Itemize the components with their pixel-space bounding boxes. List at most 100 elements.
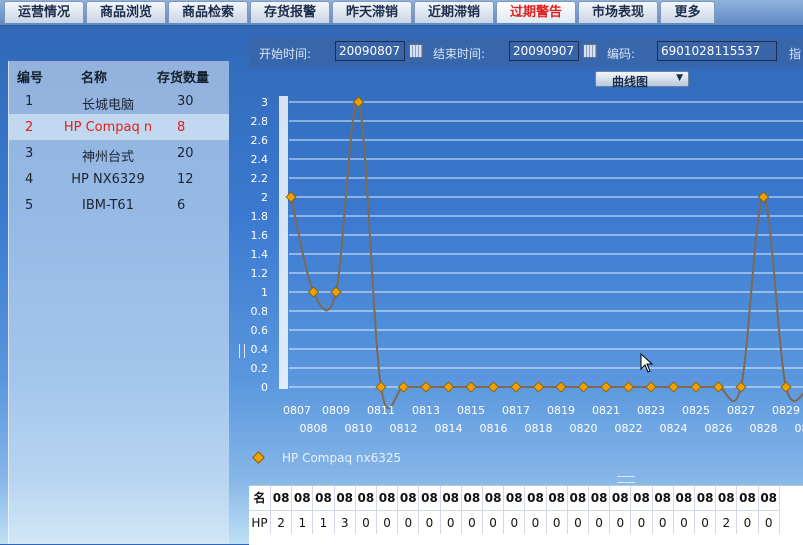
data-point[interactable] bbox=[309, 287, 319, 297]
table-header-date: 08 bbox=[441, 486, 462, 510]
product-qty: 12 bbox=[177, 172, 194, 187]
y-tick-label: 1.4 bbox=[251, 248, 269, 261]
filter-bar: 开始时间: 结束时间: 编码: 指 bbox=[249, 37, 803, 67]
x-tick-label: 0818 bbox=[525, 422, 553, 435]
data-point[interactable] bbox=[781, 382, 791, 392]
tab-5[interactable]: 昨天滞销 bbox=[332, 1, 412, 23]
data-point[interactable] bbox=[466, 382, 476, 392]
start-time-input[interactable] bbox=[335, 41, 405, 61]
y-tick-label: 1.6 bbox=[251, 229, 269, 242]
horizontal-resize-handle[interactable] bbox=[617, 476, 635, 483]
tab-2[interactable]: 商品浏览 bbox=[86, 1, 166, 23]
x-tick-label: 0826 bbox=[705, 422, 733, 435]
code-input[interactable] bbox=[657, 41, 777, 61]
table-header-date: 08 bbox=[504, 486, 525, 510]
table-row-label: HP bbox=[249, 510, 271, 534]
y-tick-label: 3 bbox=[261, 96, 268, 109]
line-chart: 00.20.40.60.811.21.41.61.822.22.42.62.83… bbox=[249, 90, 803, 440]
table-cell-value: 1 bbox=[292, 510, 313, 534]
x-tick-label: 0828 bbox=[750, 422, 778, 435]
tab-1[interactable]: 运营情况 bbox=[4, 1, 84, 23]
data-point[interactable] bbox=[579, 382, 589, 392]
data-point[interactable] bbox=[534, 382, 544, 392]
product-row[interactable]: 2 HP Compaq n 8 bbox=[9, 114, 229, 140]
y-tick-label: 2.2 bbox=[251, 172, 269, 185]
data-point[interactable] bbox=[624, 382, 634, 392]
column-header-id[interactable]: 编号 bbox=[17, 67, 43, 86]
tab-3[interactable]: 商品检索 bbox=[168, 1, 248, 23]
product-row[interactable]: 3神州台式20 bbox=[9, 140, 229, 166]
table-header-date: 08 bbox=[313, 486, 334, 510]
x-tick-label: 0827 bbox=[727, 404, 755, 417]
product-id: 4 bbox=[25, 172, 33, 187]
product-row[interactable]: 4HP NX632912 bbox=[9, 166, 229, 192]
extra-label: 指 bbox=[789, 45, 801, 62]
x-tick-label: 0810 bbox=[345, 422, 373, 435]
tab-6[interactable]: 近期滞销 bbox=[414, 1, 494, 23]
table-cell-value: 0 bbox=[610, 510, 631, 534]
calendar-icon[interactable] bbox=[583, 44, 597, 58]
table-cell-value: 0 bbox=[631, 510, 652, 534]
table-header-date: 08 bbox=[695, 486, 716, 510]
data-point[interactable] bbox=[489, 382, 499, 392]
x-tick-label: 0807 bbox=[283, 404, 311, 417]
y-tick-label: 0.2 bbox=[251, 362, 269, 375]
table-cell-value: 0 bbox=[759, 510, 780, 534]
x-tick-label: 0822 bbox=[615, 422, 643, 435]
x-tick-label: 0814 bbox=[435, 422, 463, 435]
table-header-date: 08 bbox=[398, 486, 419, 510]
data-point[interactable] bbox=[376, 382, 386, 392]
calendar-icon[interactable] bbox=[409, 44, 423, 58]
product-row[interactable]: 1长城电脑30 bbox=[9, 88, 229, 114]
chart-type-dropdown[interactable]: 曲线图 ▼ bbox=[595, 71, 689, 87]
product-qty: 20 bbox=[177, 146, 194, 161]
data-point[interactable] bbox=[646, 382, 656, 392]
data-point[interactable] bbox=[691, 382, 701, 392]
product-row[interactable]: 5IBM-T616 bbox=[9, 192, 229, 218]
data-point[interactable] bbox=[736, 382, 746, 392]
tab-4[interactable]: 存货报警 bbox=[250, 1, 330, 23]
data-point[interactable] bbox=[444, 382, 454, 392]
table-header-date: 08 bbox=[377, 486, 398, 510]
table-cell-value: 0 bbox=[419, 510, 440, 534]
start-time-label: 开始时间: bbox=[259, 45, 311, 62]
x-tick-label: 0830 bbox=[795, 422, 803, 435]
legend-marker-icon bbox=[252, 451, 265, 464]
table-header-date: 08 bbox=[462, 486, 483, 510]
product-qty: 6 bbox=[177, 198, 185, 213]
product-name: 长城电脑 bbox=[53, 94, 163, 113]
product-id: 2 bbox=[25, 120, 33, 135]
column-header-name[interactable]: 名称 bbox=[81, 67, 107, 86]
vertical-resize-handle[interactable] bbox=[239, 344, 245, 358]
data-point[interactable] bbox=[421, 382, 431, 392]
data-point[interactable] bbox=[759, 192, 769, 202]
data-point[interactable] bbox=[669, 382, 679, 392]
table-cell-value: 0 bbox=[483, 510, 504, 534]
column-header-qty[interactable]: 存货数量 bbox=[157, 67, 209, 86]
legend-label: HP Compaq nx6325 bbox=[282, 451, 401, 465]
data-point[interactable] bbox=[331, 287, 341, 297]
data-point[interactable] bbox=[511, 382, 521, 392]
tab-9[interactable]: 更多 bbox=[660, 1, 715, 23]
product-qty: 8 bbox=[177, 120, 185, 135]
table-header-date: 08 bbox=[568, 486, 589, 510]
table-header-date: 08 bbox=[610, 486, 631, 510]
tab-7[interactable]: 过期警告 bbox=[496, 1, 576, 23]
tab-8[interactable]: 市场表现 bbox=[578, 1, 658, 23]
product-name: IBM-T61 bbox=[53, 198, 163, 213]
x-tick-label: 0829 bbox=[772, 404, 800, 417]
data-point[interactable] bbox=[601, 382, 611, 392]
y-tick-label: 1.8 bbox=[251, 210, 269, 223]
table-header-date: 08 bbox=[356, 486, 377, 510]
y-tick-label: 0.6 bbox=[251, 324, 269, 337]
chevron-down-icon: ▼ bbox=[676, 73, 683, 83]
table-cell-value: 0 bbox=[695, 510, 716, 534]
product-id: 1 bbox=[25, 94, 33, 109]
x-tick-label: 0823 bbox=[637, 404, 665, 417]
data-point[interactable] bbox=[556, 382, 566, 392]
product-list-header: 编号 名称 存货数量 bbox=[9, 61, 229, 87]
product-name: HP Compaq n bbox=[53, 120, 163, 135]
table-cell-value: 0 bbox=[441, 510, 462, 534]
table-cell-value: 2 bbox=[271, 510, 292, 534]
end-time-input[interactable] bbox=[509, 41, 579, 61]
